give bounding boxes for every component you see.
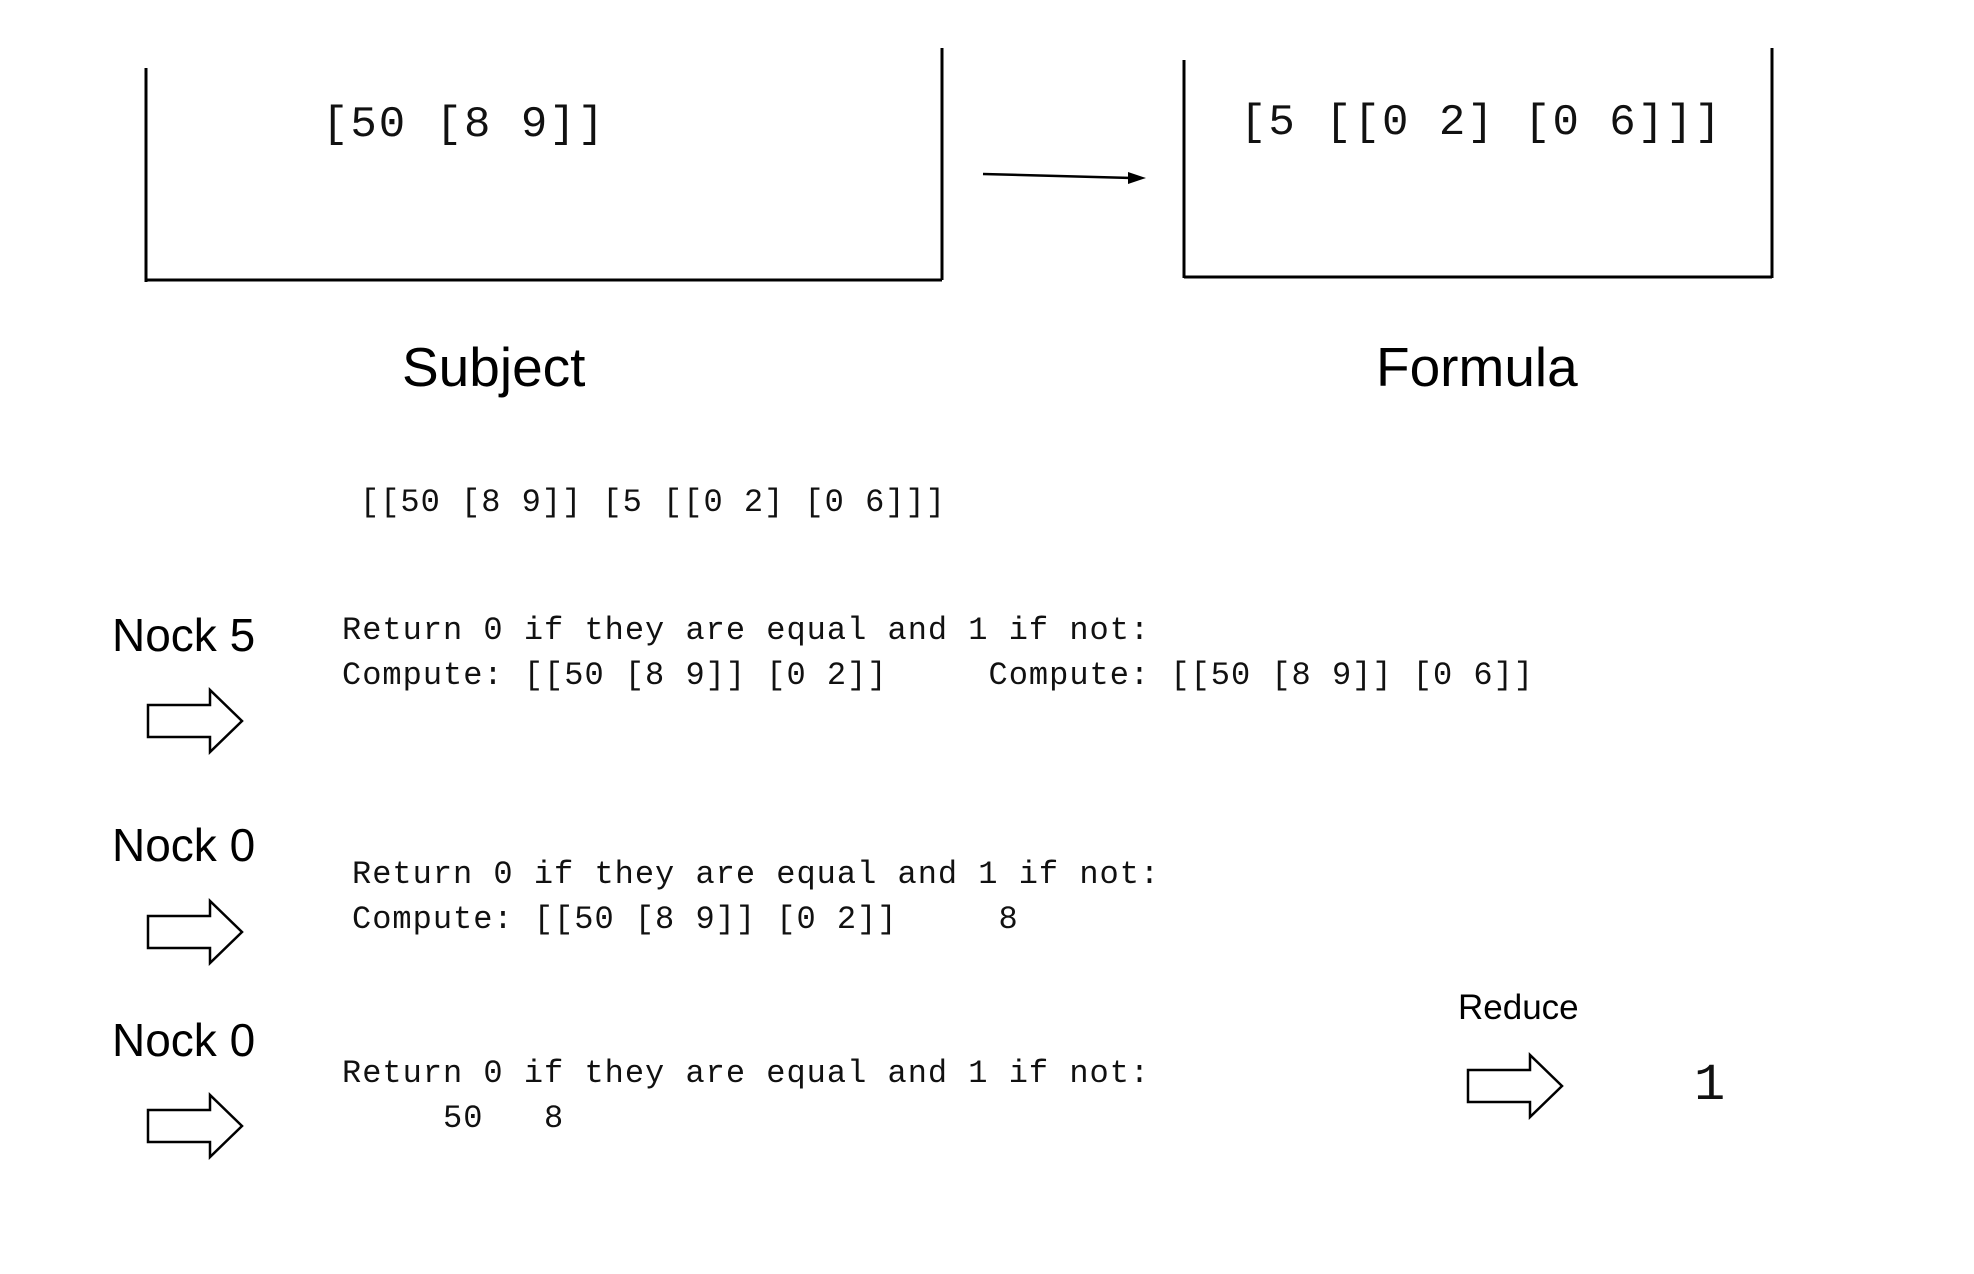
step-label: Nock 5 xyxy=(112,609,256,661)
right-arrow-icon xyxy=(146,1092,244,1160)
reduce-arrow-icon xyxy=(1466,1052,1564,1120)
connector-arrow-icon xyxy=(982,172,1146,184)
combined-expression: [[50 [8 9]] [5 [[0 2] [0 6]]] xyxy=(360,484,946,521)
subject-value: [50 [8 9]] xyxy=(322,100,607,150)
right-arrow-icon xyxy=(146,687,244,755)
formula-box xyxy=(1182,48,1774,279)
step-label: Nock 0 xyxy=(112,819,256,871)
step-text-line1: Return 0 if they are equal and 1 if not: xyxy=(342,612,1151,649)
step-text-line2: Compute: [[50 [8 9]] [0 2]] Compute: [[5… xyxy=(342,657,1534,694)
subject-caption: Subject xyxy=(402,336,586,398)
step-label: Nock 0 xyxy=(112,1014,256,1066)
reduce-label: Reduce xyxy=(1458,988,1579,1027)
right-arrow-icon xyxy=(146,898,244,966)
formula-value: [5 [[0 2] [0 6]]] xyxy=(1240,98,1723,148)
formula-caption: Formula xyxy=(1376,336,1578,398)
step-text-line2: Compute: [[50 [8 9]] [0 2]] 8 xyxy=(352,901,1019,938)
step-text-line2: 50 8 xyxy=(342,1100,565,1137)
step-text-line1: Return 0 if they are equal and 1 if not: xyxy=(342,1055,1151,1092)
result-value: 1 xyxy=(1694,1056,1726,1115)
step-text-line1: Return 0 if they are equal and 1 if not: xyxy=(352,856,1161,893)
subject-box xyxy=(144,48,944,282)
